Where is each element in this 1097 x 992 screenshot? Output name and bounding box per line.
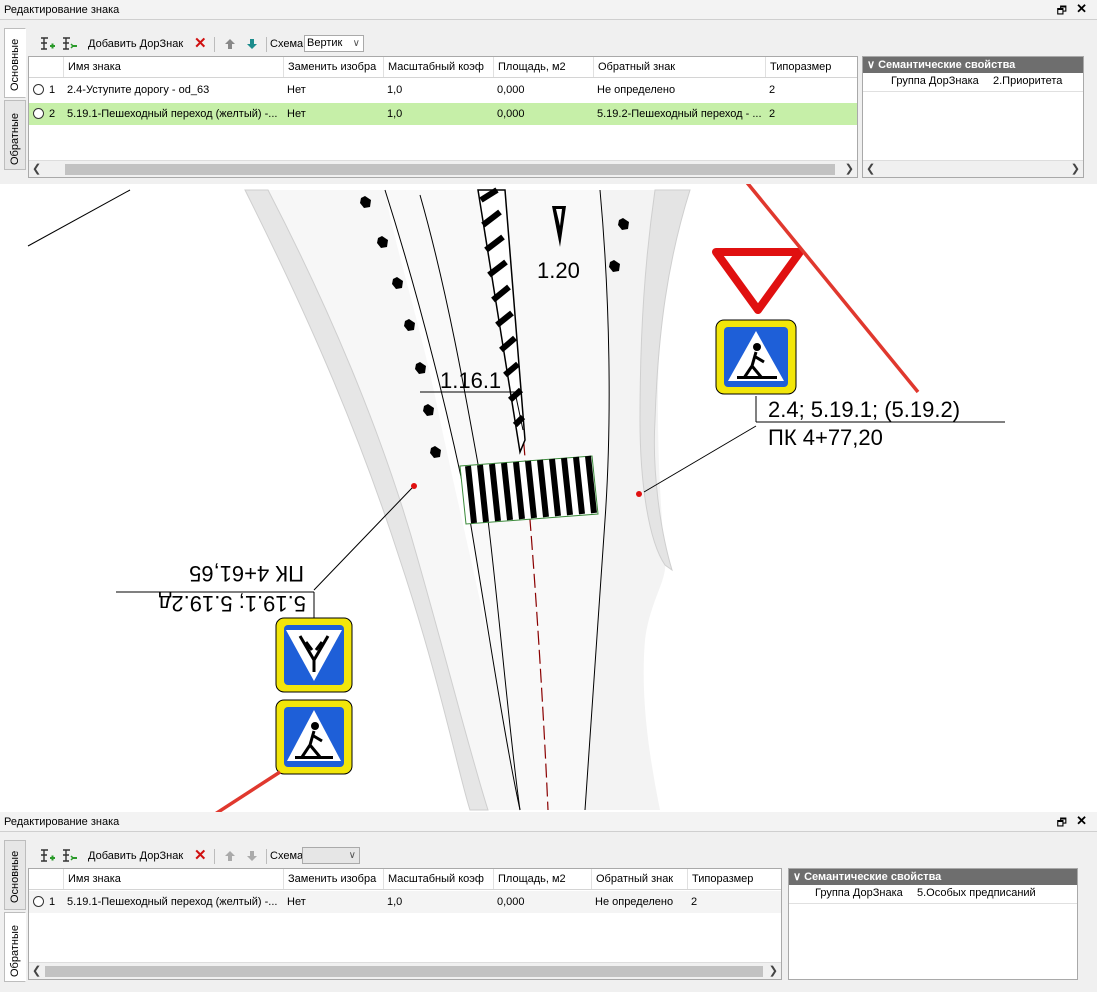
delete-icon[interactable]: ✕ [194,34,207,54]
close-icon[interactable]: ✕ [1076,1,1087,17]
horizontal-scrollbar[interactable]: ❮ ❯ [29,962,781,979]
semantic-properties-panel: ∨ Семантические свойства Группа ДорЗнака… [788,868,1078,980]
panel-title: Редактирование знака [4,4,120,16]
chevron-down-icon: ∨ [348,850,356,861]
column-header[interactable]: Типоразмер [687,869,781,889]
left-sign-codes: 5.19.1; 5.19.2д [158,591,306,616]
column-header[interactable]: Имя знака [63,57,283,77]
signs-table: Имя знака Заменить изобра Масштабный коэ… [28,868,782,980]
pedestrian-crossing-sign-right-icon[interactable] [715,319,797,395]
right-sign-pk: ПК 4+77,20 [768,425,883,450]
tab-reverse[interactable]: Обратные [4,100,26,170]
column-header[interactable]: Имя знака [63,869,283,889]
scheme-select[interactable]: Вертик ∨ [304,35,364,52]
chevron-down-icon: ∨ [867,59,879,71]
column-header[interactable]: Заменить изобра [283,869,383,889]
add-row-icon[interactable] [40,849,56,863]
scheme-label: Схема [270,38,304,50]
horizontal-scrollbar[interactable]: ❮ ❯ [29,160,857,177]
semantic-row[interactable]: Группа ДорЗнака 5.Особых предписаний [789,885,1077,904]
scroll-right-icon[interactable]: ❯ [1071,162,1080,175]
column-header[interactable]: Масштабный коэф [383,57,493,77]
move-up-icon[interactable] [222,37,238,51]
restore-icon[interactable]: 🗗 [1057,814,1067,833]
direction-sign-left-icon[interactable] [275,617,353,693]
scroll-right-icon[interactable]: ❯ [845,162,854,175]
pedestrian-crossing [459,455,599,525]
semantic-row[interactable]: Группа ДорЗнака 2.Приоритета [863,73,1083,92]
row-radio[interactable] [33,108,44,119]
yield-sign-icon[interactable] [712,248,804,314]
panel-title-bar: Редактирование знака 🗗 ✕ [0,812,1097,832]
move-up-icon[interactable] [222,849,238,863]
scheme-select[interactable]: ∨ [302,847,360,864]
row-radio[interactable] [33,84,44,95]
label-1-16-1: 1.16.1 [440,368,501,393]
scroll-thumb[interactable] [45,966,763,977]
scroll-left-icon[interactable]: ❮ [32,964,41,977]
semantic-properties-panel: ∨ Семантические свойства Группа ДорЗнака… [862,56,1084,178]
right-sign-codes: 2.4; 5.19.1; (5.19.2) [768,397,960,422]
table-row-selected[interactable]: 2 5.19.1-Пешеходный переход (желтый) -..… [29,103,857,125]
tab-reverse[interactable]: Обратные [4,912,26,982]
chevron-down-icon: ∨ [793,871,805,883]
column-header[interactable]: Заменить изобра [283,57,383,77]
scroll-left-icon[interactable]: ❮ [32,162,41,175]
scroll-left-icon[interactable]: ❮ [866,162,875,175]
table-header: Имя знака Заменить изобра Масштабный коэ… [29,869,781,890]
row-radio[interactable] [33,896,44,907]
horizontal-scrollbar[interactable]: ❮ ❯ [863,160,1083,177]
scheme-label: Схема [270,850,304,862]
scroll-thumb[interactable] [65,164,835,175]
chevron-down-icon: ∨ [352,38,360,49]
delete-icon[interactable]: ✕ [194,846,207,866]
bottom-edit-panel: Редактирование знака 🗗 ✕ Основные Обратн… [0,812,1097,992]
signs-table: Имя знака Заменить изобра Масштабный коэ… [28,56,858,178]
semantic-header[interactable]: ∨ Семантические свойства [789,869,1077,885]
tab-main[interactable]: Основные [4,28,26,98]
column-header[interactable]: Обратный знак [591,869,687,889]
column-header[interactable]: Площадь, м2 [493,869,591,889]
insert-row-icon[interactable] [62,37,78,51]
sign-anchor-right[interactable] [636,491,642,497]
column-header[interactable]: Площадь, м2 [493,57,593,77]
column-header[interactable]: Обратный знак [593,57,765,77]
toolbar: Добавить ДорЗнак ✕ Схема ∨ [30,846,850,868]
table-row[interactable]: 1 2.4-Уступите дорогу - od_63 Нет 1,0 0,… [29,79,857,101]
pedestrian-crossing-sign-left-icon[interactable] [275,699,353,775]
table-row[interactable]: 1 5.19.1-Пешеходный переход (желтый) -..… [29,891,781,913]
tab-main[interactable]: Основные [4,840,26,910]
add-sign-button[interactable]: Добавить ДорЗнак [88,846,183,866]
panel-title: Редактирование знака [4,816,120,828]
column-header[interactable]: Типоразмер [765,57,857,77]
panel-title-bar: Редактирование знака 🗗 ✕ [0,0,1097,20]
move-down-icon[interactable] [244,37,260,51]
table-header: Имя знака Заменить изобра Масштабный коэ… [29,57,857,78]
move-down-icon[interactable] [244,849,260,863]
column-header[interactable]: Масштабный коэф [383,869,493,889]
toolbar: Добавить ДорЗнак ✕ Схема Вертик ∨ [30,34,850,56]
add-sign-button[interactable]: Добавить ДорЗнак [88,34,183,54]
left-sign-pk: ПК 4+61,65 [189,561,304,586]
close-icon[interactable]: ✕ [1076,813,1087,829]
map-boundary-line [27,189,131,247]
add-row-icon[interactable] [40,37,56,51]
semantic-header[interactable]: ∨ Семантические свойства [863,57,1083,73]
insert-row-icon[interactable] [62,849,78,863]
label-1-20: 1.20 [537,258,580,283]
scroll-right-icon[interactable]: ❯ [769,964,778,977]
top-edit-panel: Редактирование знака 🗗 ✕ Основные Обратн… [0,0,1097,184]
restore-icon[interactable]: 🗗 [1057,2,1067,21]
